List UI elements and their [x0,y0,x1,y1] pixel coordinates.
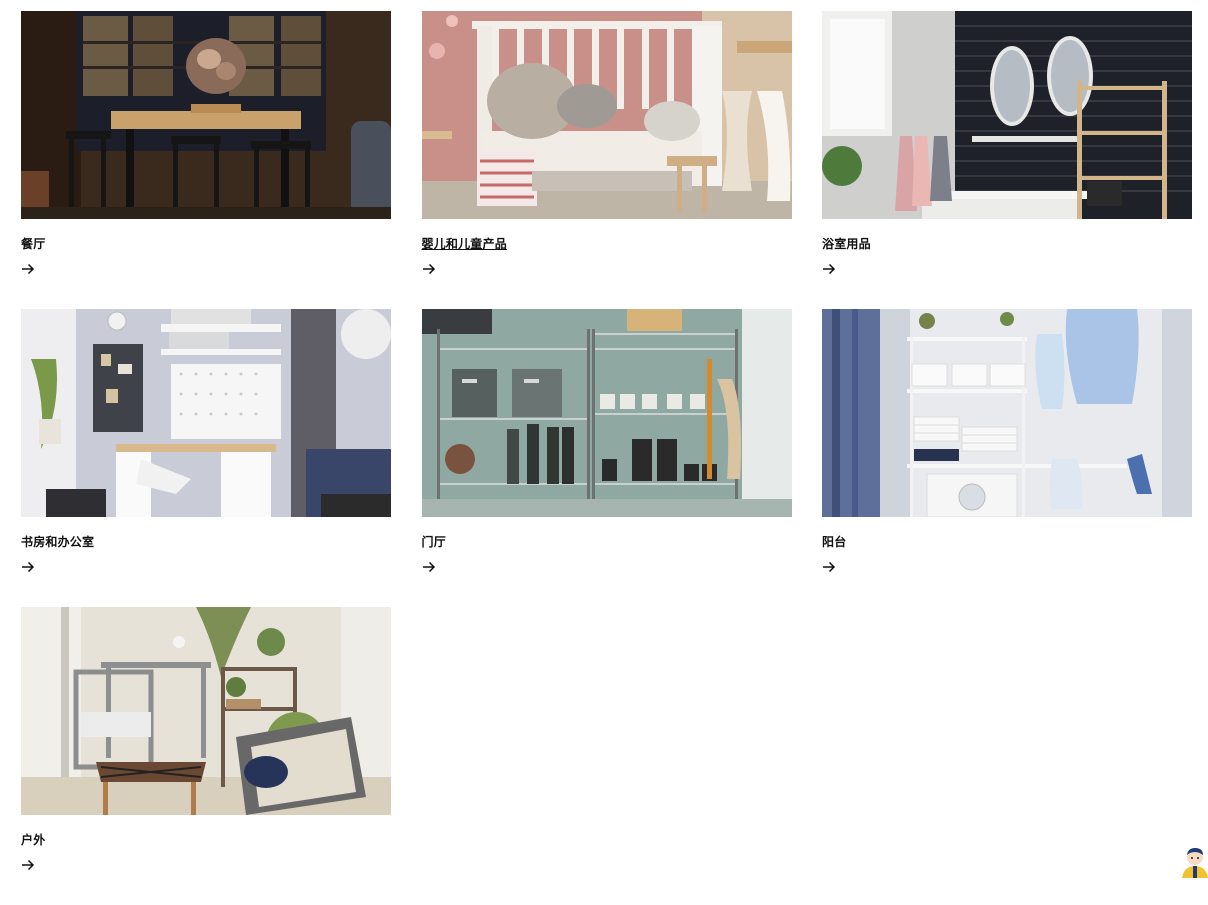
category-card-dining[interactable]: 餐厅 [21,11,391,309]
arrow-right-icon[interactable] [21,858,35,872]
chat-assistant-avatar-icon[interactable] [1176,846,1208,878]
arrow-right-icon[interactable] [422,560,436,574]
arrow-right-icon[interactable] [822,262,836,276]
category-title[interactable]: 浴室用品 [822,236,1192,252]
category-card-outdoor[interactable]: 户外 [21,607,391,905]
category-title[interactable]: 阳台 [822,534,1192,550]
category-title[interactable]: 门厅 [422,534,792,550]
category-title[interactable]: 书房和办公室 [21,534,391,550]
balcony-photo[interactable] [822,309,1192,517]
category-card-bathroom[interactable]: 浴室用品 [822,11,1192,309]
category-card-balcony[interactable]: 阳台 [822,309,1192,607]
category-title[interactable]: 户外 [21,832,391,848]
category-card-hallway[interactable]: 门厅 [422,309,792,607]
category-title[interactable]: 餐厅 [21,236,391,252]
arrow-right-icon[interactable] [21,560,35,574]
category-grid: 餐厅 [21,11,1192,905]
baby-room-photo[interactable] [422,11,792,219]
arrow-right-icon[interactable] [822,560,836,574]
category-card-office[interactable]: 书房和办公室 [21,309,391,607]
hallway-photo[interactable] [422,309,792,517]
dining-room-photo[interactable] [21,11,391,219]
category-title[interactable]: 婴儿和儿童产品 [422,236,792,252]
arrow-right-icon[interactable] [422,262,436,276]
category-card-baby-kids[interactable]: 婴儿和儿童产品 [422,11,792,309]
outdoor-photo[interactable] [21,607,391,815]
bathroom-photo[interactable] [822,11,1192,219]
home-office-photo[interactable] [21,309,391,517]
arrow-right-icon[interactable] [21,262,35,276]
